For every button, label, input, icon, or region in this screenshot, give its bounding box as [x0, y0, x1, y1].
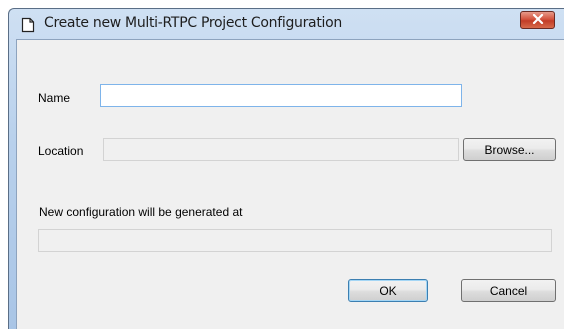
dialog-window: Create new Multi-RTPC Project Configurat…	[8, 8, 564, 329]
title-bar[interactable]: Create new Multi-RTPC Project Configurat…	[9, 9, 564, 39]
name-label: Name	[38, 91, 71, 105]
name-input[interactable]	[100, 84, 462, 107]
browse-button[interactable]: Browse...	[463, 138, 556, 161]
close-icon	[532, 11, 544, 29]
cancel-button[interactable]: Cancel	[461, 279, 556, 302]
generated-path-field	[38, 229, 552, 252]
ok-button[interactable]: OK	[348, 279, 428, 302]
close-button[interactable]	[520, 11, 555, 29]
location-label: Location	[38, 144, 84, 158]
generated-at-label: New configuration will be generated at	[39, 205, 243, 219]
window-title: Create new Multi-RTPC Project Configurat…	[44, 15, 342, 31]
dialog-body: Name Location Browse... New configuratio…	[16, 39, 564, 329]
location-input	[103, 138, 459, 161]
document-icon	[20, 17, 36, 33]
